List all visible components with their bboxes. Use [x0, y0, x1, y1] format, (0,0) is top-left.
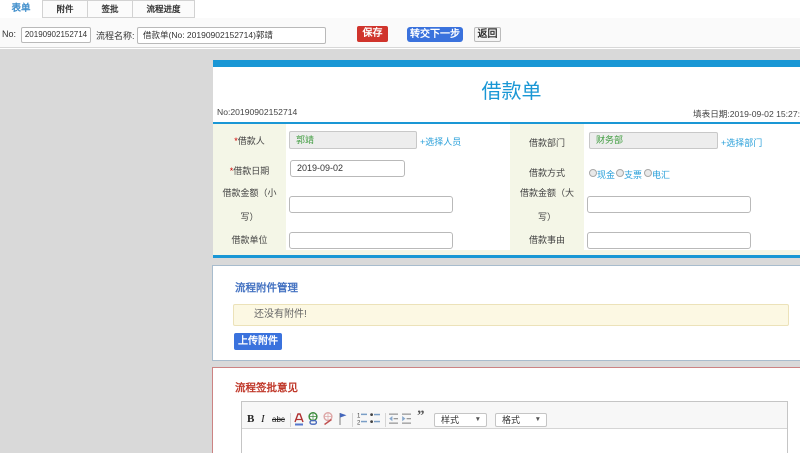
svg-text:2: 2	[357, 421, 361, 427]
svg-text:1: 1	[357, 414, 361, 420]
